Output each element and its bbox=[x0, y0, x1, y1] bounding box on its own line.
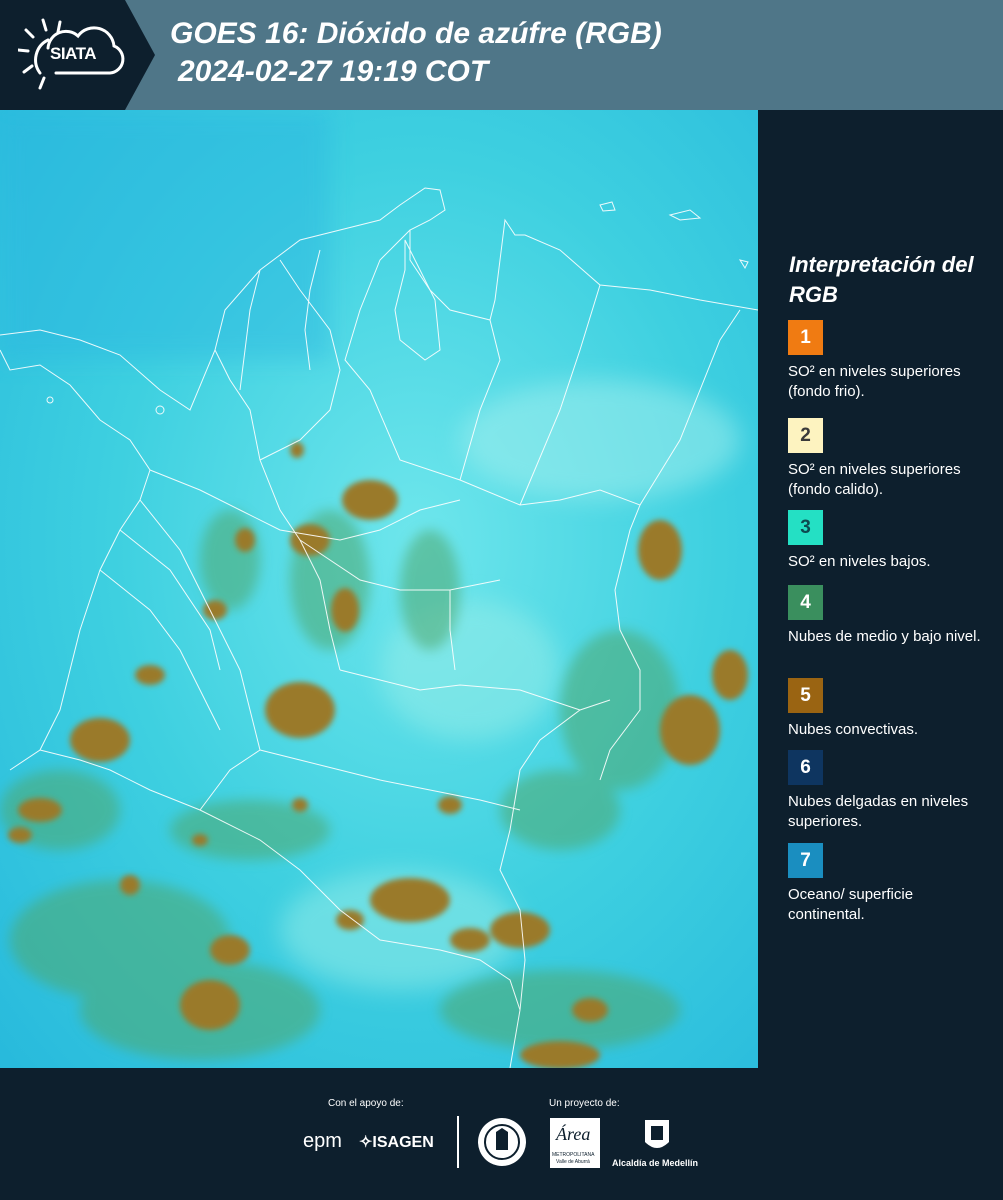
footer-divider bbox=[457, 1116, 459, 1168]
legend-item: 3 SO² en niveles bajos. bbox=[788, 510, 988, 572]
legend-swatch: 6 bbox=[788, 750, 823, 785]
legend-swatch: 3 bbox=[788, 510, 823, 545]
header-bar: SIATA GOES 16: Dióxido de azúfre (RGB) 2… bbox=[0, 0, 1003, 110]
legend-swatch: 5 bbox=[788, 678, 823, 713]
legend-title: Interpretación del RGB bbox=[789, 252, 974, 307]
legend-text: Oceano/ superficie continental. bbox=[788, 886, 914, 923]
area-script-icon: Área bbox=[556, 1124, 591, 1144]
area-valle-text: Valle de Aburrá bbox=[556, 1159, 590, 1165]
isagen-logo: ✧ISAGEN bbox=[359, 1132, 434, 1152]
legend-swatch: 2 bbox=[788, 418, 823, 453]
area-metropolitana-logo: Área METROPOLITANA Valle de Aburrá bbox=[550, 1118, 600, 1168]
logo-text: SIATA bbox=[50, 44, 96, 63]
support-label: Con el apoyo de: bbox=[328, 1098, 404, 1109]
legend-text: SO² en niveles superiores (fondo calido)… bbox=[788, 461, 961, 498]
medellin-shield-icon bbox=[645, 1120, 669, 1148]
legend-item: 2 SO² en niveles superiores (fondo calido… bbox=[788, 418, 988, 500]
page-timestamp: 2024-02-27 19:19 COT bbox=[178, 55, 489, 88]
legend-text: SO² en niveles bajos. bbox=[788, 553, 931, 570]
satellite-image bbox=[0, 110, 758, 1068]
footer: Con el apoyo de: Un proyecto de: epm ✧IS… bbox=[0, 1068, 1003, 1200]
alcaldia-logo-text: Alcaldía de Medellín bbox=[612, 1158, 699, 1168]
isagen-icon: ✧ bbox=[359, 1134, 373, 1151]
legend-text: Nubes de medio y bajo nivel. bbox=[788, 628, 981, 645]
siata-logo: SIATA bbox=[0, 0, 155, 110]
legend-item: 6 Nubes delgadas en niveles superiores. bbox=[788, 750, 988, 832]
isagen-label: ISAGEN bbox=[372, 1134, 434, 1151]
legend-item: 7 Oceano/ superficie continental. bbox=[788, 843, 988, 925]
legend-swatch: 7 bbox=[788, 843, 823, 878]
legend-text: Nubes convectivas. bbox=[788, 721, 919, 738]
legend-item: 4 Nubes de medio y bajo nivel. bbox=[788, 585, 988, 647]
legend-swatch: 1 bbox=[788, 320, 823, 355]
epm-logo: epm bbox=[303, 1130, 342, 1152]
page-title: GOES 16: Dióxido de azúfre (RGB) bbox=[170, 17, 662, 50]
satellite-map bbox=[0, 110, 758, 1068]
legend-item: 1 SO² en niveles superiores (fondo frio). bbox=[788, 320, 988, 402]
project-label: Un proyecto de: bbox=[549, 1098, 620, 1109]
university-seal-icon bbox=[478, 1118, 526, 1166]
legend-swatch: 4 bbox=[788, 585, 823, 620]
legend-panel: Interpretación del RGB 1 SO² en niveles s… bbox=[760, 110, 1003, 1068]
legend-item: 5 Nubes convectivas. bbox=[788, 678, 988, 740]
legend-text: SO² en niveles superiores (fondo frio). bbox=[788, 363, 961, 400]
area-metropolitana-text: METROPOLITANA bbox=[552, 1152, 595, 1158]
legend-text: Nubes delgadas en niveles superiores. bbox=[788, 793, 969, 830]
